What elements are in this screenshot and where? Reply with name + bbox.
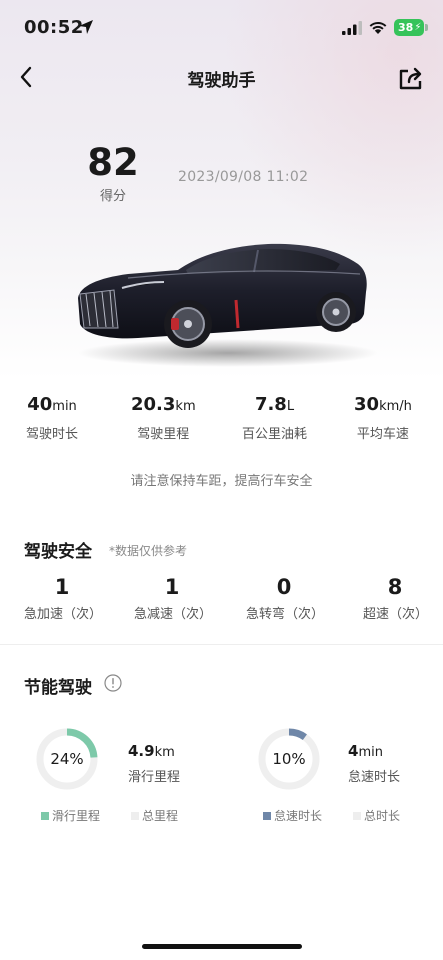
safety-label: 超速（次） [363,607,429,622]
stat-unit: km [175,399,196,414]
coasting-label: 滑行里程 [128,770,181,785]
stat-speed: 30km/h 平均车速 [354,393,412,442]
stat-value: 20.3 [131,394,176,415]
stat-unit: km/h [379,399,412,414]
coasting-percent: 24% [50,750,84,768]
stat-value: 30 [354,394,380,415]
legend-label: 滑行里程 [52,809,101,823]
coasting-unit: km [154,745,175,760]
legend-swatch [41,811,49,820]
idle-percent: 10% [272,750,306,768]
trip-stats: 40min 驾驶时长 20.3km 驾驶里程 7.8L 百公里油耗 30km/h… [0,393,443,443]
section-divider [0,644,443,645]
stat-unit: min [52,399,77,414]
stat-fuel: 7.8L 百公里油耗 [242,393,307,442]
stat-unit: L [286,399,295,414]
cellular-signal-icon [342,21,362,35]
safety-label: 急减速（次） [134,607,213,622]
safety-section-title: 驾驶安全 [24,542,92,562]
coasting-metric: 4.9km 滑行里程 [128,741,180,785]
safety-count: 0 [276,575,292,599]
safety-count: 1 [164,575,180,599]
safety-notice: 请注意保持车距，提高行车安全 [130,474,313,489]
trip-datetime: 2023/09/08 11:02 [178,169,309,185]
stat-value: 7.8 [254,394,287,415]
safety-item-sharp-turn: 0 急转弯（次） [246,574,325,622]
stat-label: 平均车速 [356,427,409,442]
safety-disclaimer: *数据仅供参考 [109,544,188,558]
battery-level: 38 [398,21,414,34]
legend-swatch [353,811,361,820]
idle-metric: 4min 怠速时长 [348,741,400,785]
page-title: 驾驶助手 [187,71,256,91]
idle-value: 4 [348,742,359,760]
status-time: 00:52 [24,17,84,38]
score-value: 82 [87,141,139,184]
legend-swatch [263,811,271,820]
safety-label: 急转弯（次） [246,607,325,622]
legend-swatch [131,811,139,820]
legend-label: 总时长 [364,809,401,823]
stat-label: 驾驶时长 [26,427,79,442]
legend-idle-time: 怠速时长 [263,807,322,824]
legend-label: 怠速时长 [274,809,323,823]
safety-label: 急加速（次） [24,607,103,622]
car-illustration [78,243,378,367]
status-bar: 00:52 38 ⚡ [0,0,443,56]
battery-indicator: 38 ⚡ [394,19,428,36]
charging-bolt-icon: ⚡ [414,22,422,33]
coasting-value: 4.9 [128,742,155,760]
stat-value: 40 [27,394,53,415]
eco-section-title: 节能驾驶 [24,678,92,698]
location-arrow-icon [79,20,93,34]
legend-label: 总里程 [142,809,179,823]
idle-ring-chart: 10% [257,727,321,791]
safety-count: 8 [387,575,403,599]
info-icon[interactable] [104,674,122,692]
legend-total-distance: 总里程 [131,807,178,824]
stat-label: 百公里油耗 [242,427,308,442]
wifi-icon [369,21,387,34]
score-label: 得分 [99,189,126,204]
legend-total-time: 总时长 [353,807,400,824]
share-icon[interactable] [397,64,425,92]
idle-unit: min [358,745,383,760]
stat-distance: 20.3km 驾驶里程 [131,393,196,442]
idle-label: 怠速时长 [348,770,401,785]
safety-item-hard-brake: 1 急减速（次） [134,574,213,622]
safety-item-hard-accel: 1 急加速（次） [24,574,103,622]
safety-count: 1 [54,575,70,599]
coasting-ring-chart: 24% [35,727,99,791]
driving-score: 82 得分 [86,141,140,205]
stat-label: 驾驶里程 [137,427,190,442]
stat-duration: 40min 驾驶时长 [26,393,78,442]
home-indicator[interactable] [142,944,302,949]
nav-bar: 驾驶助手 [0,56,443,100]
legend-coasting-distance: 滑行里程 [41,807,100,824]
safety-item-speeding: 8 超速（次） [363,574,429,622]
